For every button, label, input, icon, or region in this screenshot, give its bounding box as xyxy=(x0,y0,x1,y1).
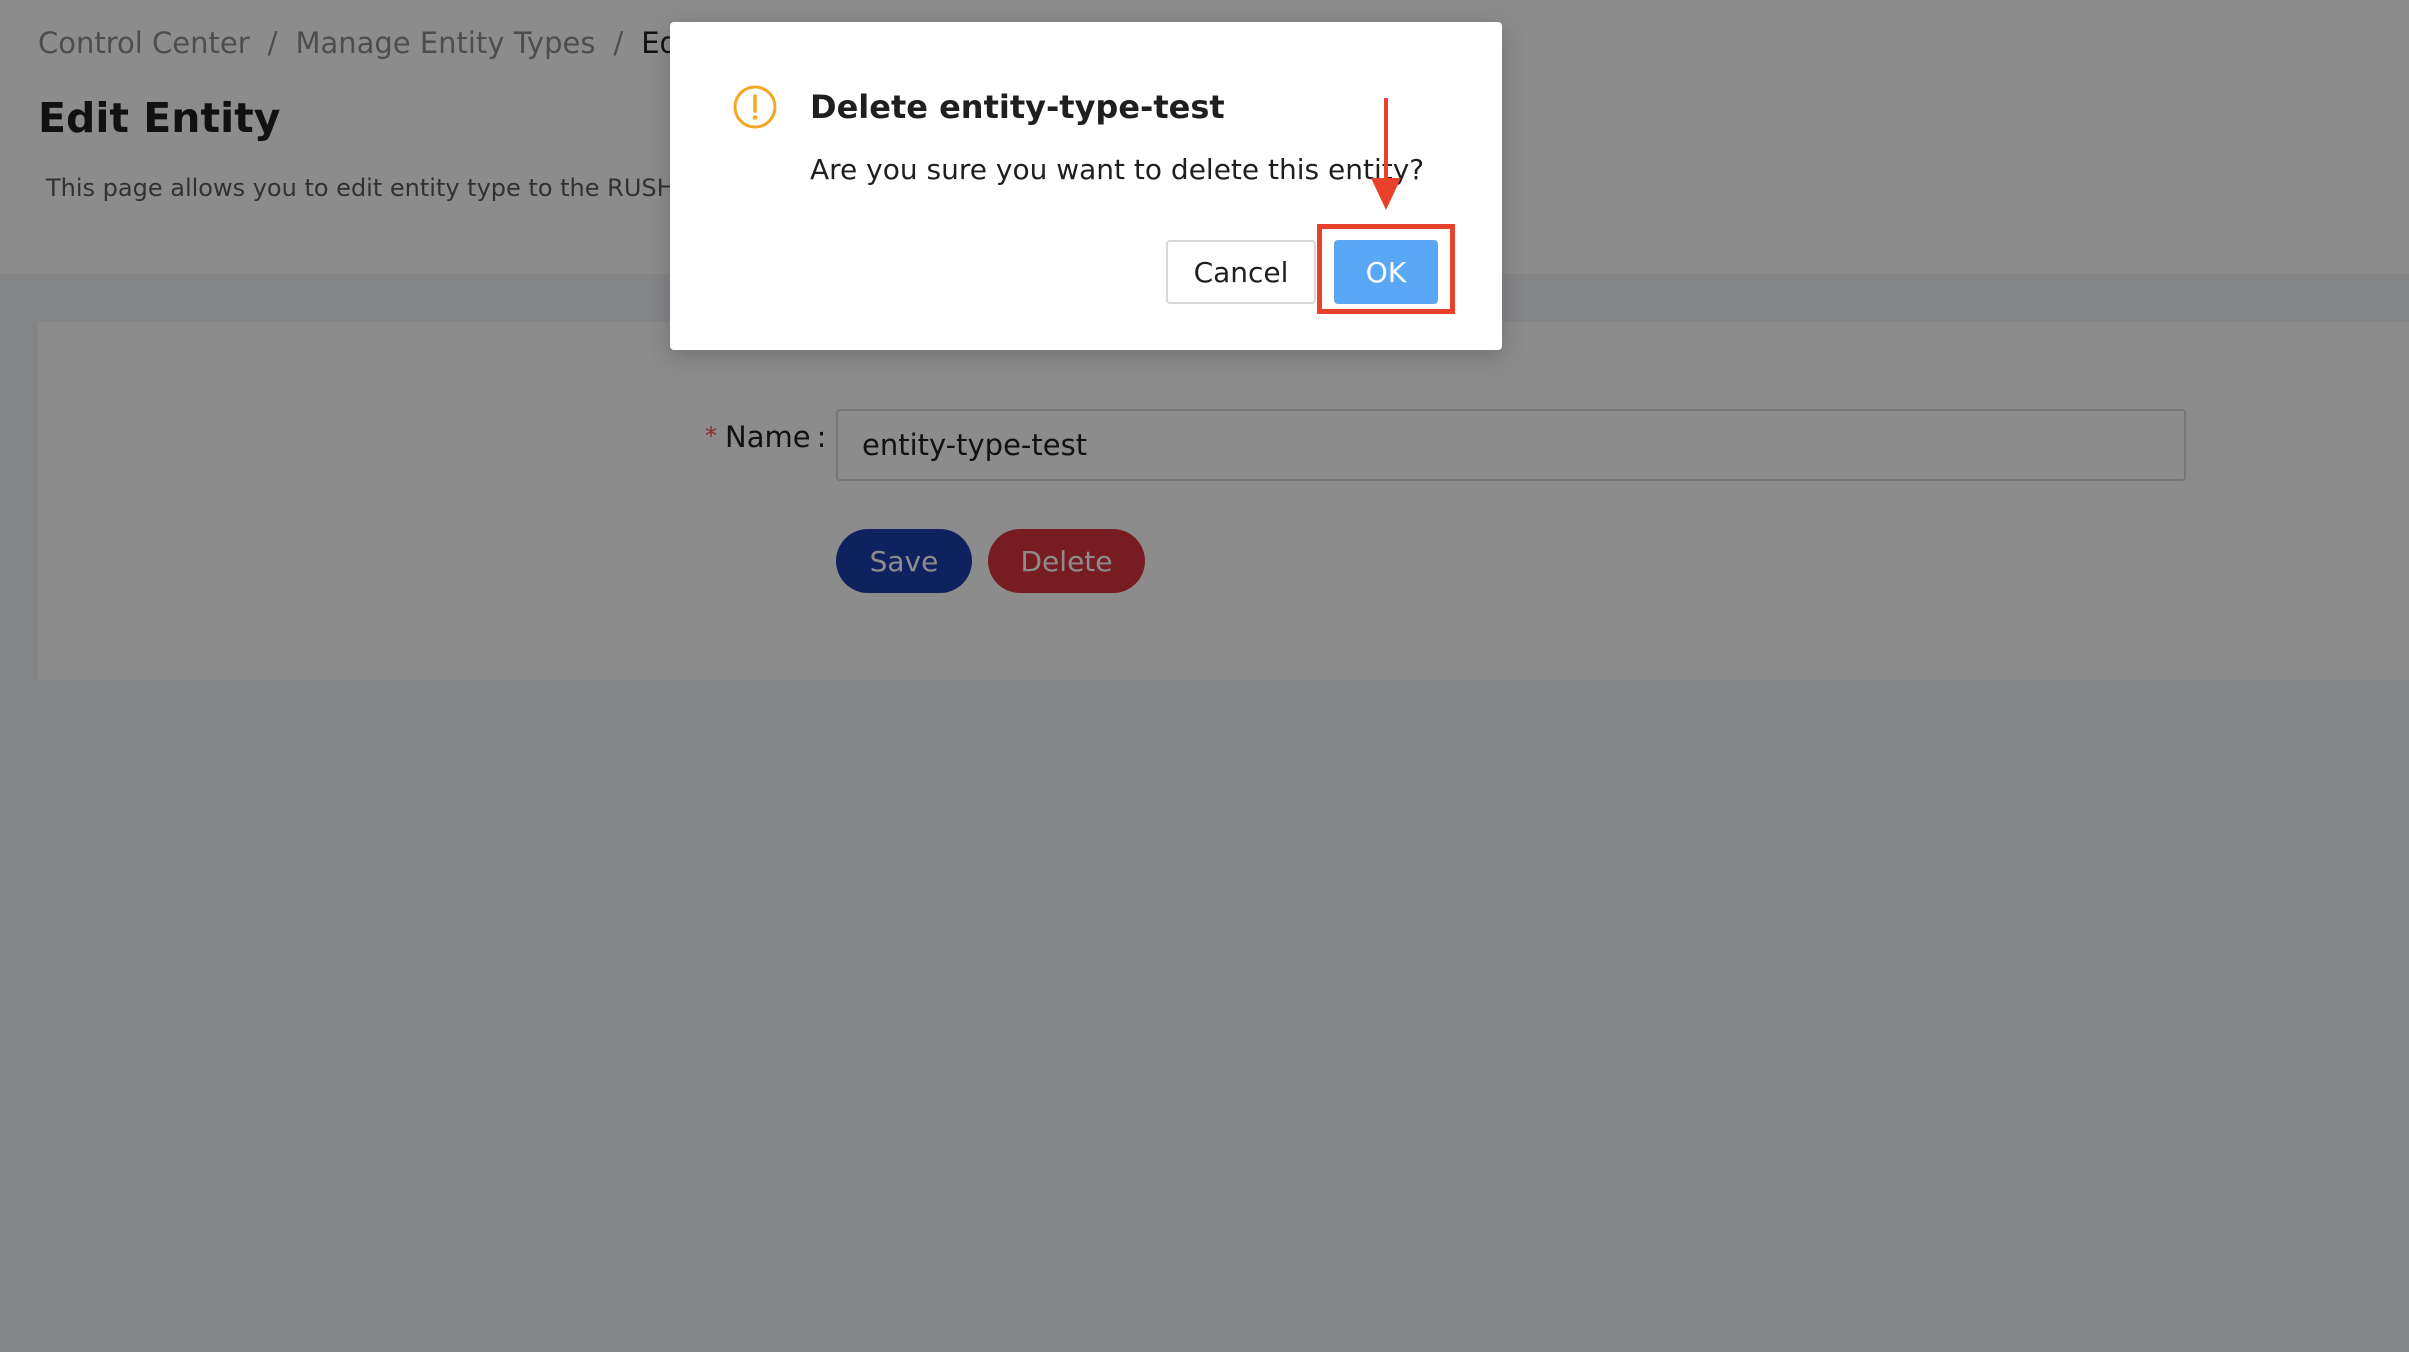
ok-highlight-box xyxy=(1317,224,1455,314)
modal-content: Are you sure you want to delete this ent… xyxy=(810,153,1425,186)
cancel-button[interactable]: Cancel xyxy=(1166,240,1316,304)
arrow-down-icon xyxy=(1371,98,1401,210)
exclamation-circle-icon xyxy=(733,85,777,129)
modal-title: Delete entity-type-test xyxy=(810,88,1225,126)
